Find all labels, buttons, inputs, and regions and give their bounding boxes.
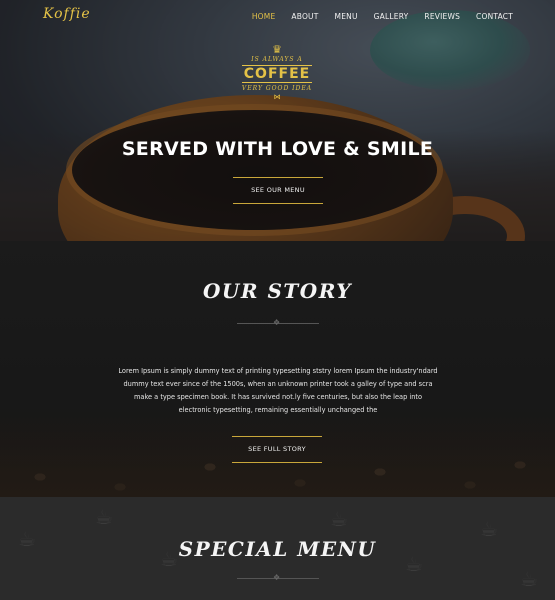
nav-item-reviews[interactable]: REVIEWS (424, 12, 460, 21)
hero-overlay (0, 0, 555, 241)
our-story-section: OUR STORY Lorem Ipsum is simply dummy te… (0, 241, 555, 497)
hero-title: SERVED WITH LOVE & SMILE (121, 138, 434, 160)
badge-line-2: COFFEE (242, 65, 312, 83)
our-story-title: OUR STORY (203, 279, 352, 303)
coffee-doodle-icon: ☕ (95, 505, 113, 529)
coffee-doodle-icon: ☕ (330, 507, 348, 531)
nav-item-about[interactable]: ABOUT (291, 12, 318, 21)
coffee-badge: ♛ IS ALWAYS A COFFEE VERY GOOD IDEA ⋈ (240, 44, 314, 112)
top-navigation: Koffie HOME ABOUT MENU GALLERY REVIEWS C… (0, 0, 555, 34)
badge-line-3: VERY GOOD IDEA (241, 85, 313, 92)
nav-item-gallery[interactable]: GALLERY (374, 12, 409, 21)
our-story-text: Lorem Ipsum is simply dummy text of prin… (118, 367, 438, 414)
nav-item-contact[interactable]: CONTACT (476, 12, 513, 21)
divider-ornament-icon (237, 318, 319, 327)
special-menu-title: SPECIAL MENU (178, 537, 377, 561)
coffee-doodle-icon: ☕ (520, 567, 538, 591)
bowtie-icon: ⋈ (273, 93, 281, 101)
badge-line-1: IS ALWAYS A (251, 56, 303, 63)
special-menu-section: ☕ ☕ ☕ ☕ ☕ ☕ ☕ SPECIAL MENU (0, 497, 555, 600)
see-full-story-button[interactable]: SEE FULL STORY (232, 436, 322, 463)
nav-item-home[interactable]: HOME (252, 12, 276, 21)
crown-icon: ♛ (272, 43, 282, 56)
brand-logo[interactable]: Koffie (43, 6, 91, 22)
nav-item-menu[interactable]: MENU (335, 12, 358, 21)
hero-section: Koffie HOME ABOUT MENU GALLERY REVIEWS C… (0, 0, 555, 241)
see-our-menu-button[interactable]: SEE OUR MENU (233, 177, 323, 204)
divider-ornament-icon (237, 573, 319, 582)
nav-menu: HOME ABOUT MENU GALLERY REVIEWS CONTACT (236, 12, 513, 21)
